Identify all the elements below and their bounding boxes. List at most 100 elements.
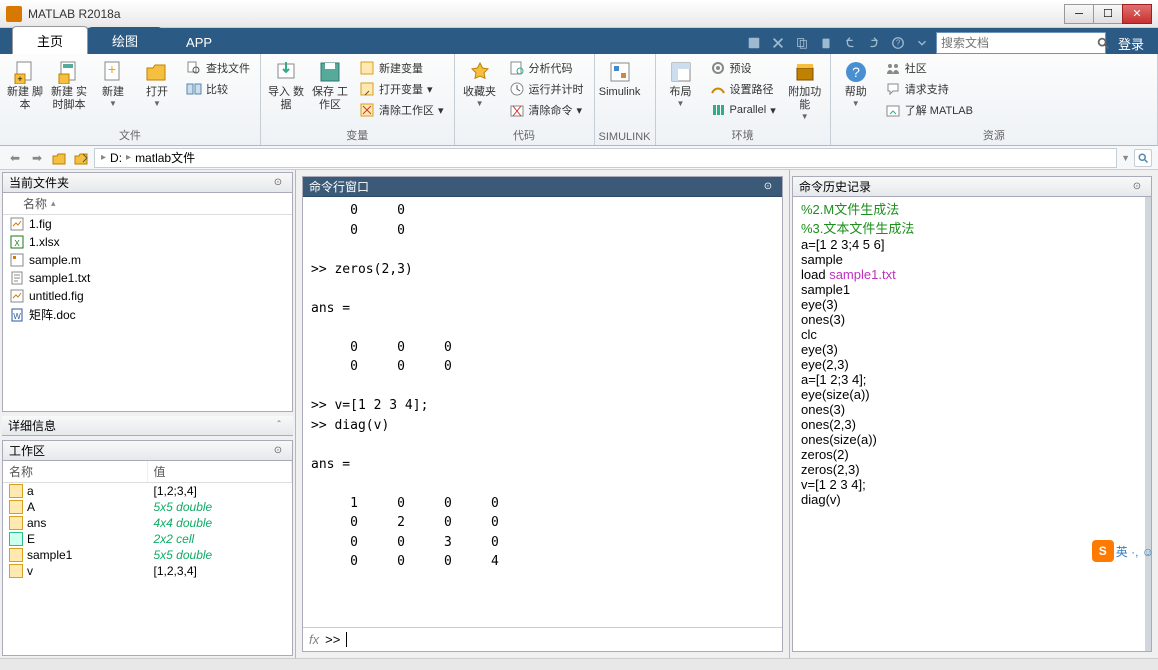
history-line[interactable]: eye(2,3) <box>797 357 1141 372</box>
tab-apps[interactable]: APP <box>162 31 236 54</box>
help-qat-icon[interactable]: ? <box>888 33 908 53</box>
new-live-script-button[interactable]: 新建 实时脚本 <box>48 56 90 116</box>
workspace-row[interactable]: v[1,2,3,4] <box>3 563 292 579</box>
support-button[interactable]: 请求支持 <box>881 79 977 99</box>
details-expand-icon[interactable]: ˆ <box>271 418 287 434</box>
history-line[interactable]: a=[1 2 3;4 5 6] <box>797 237 1141 252</box>
search-icon[interactable] <box>1096 36 1110 50</box>
save-workspace-button[interactable]: 保存 工作区 <box>309 56 351 116</box>
history-line[interactable]: v=[1 2 3 4]; <box>797 477 1141 492</box>
fx-icon[interactable]: fx <box>309 632 319 647</box>
history-line[interactable]: zeros(2) <box>797 447 1141 462</box>
find-files-button[interactable]: 查找文件 <box>182 58 254 78</box>
back-button[interactable]: ⬅ <box>6 149 24 167</box>
qat-dropdown-icon[interactable] <box>912 33 932 53</box>
clear-ws-button[interactable]: 清除工作区 ▾ <box>355 100 448 120</box>
save-icon[interactable] <box>744 33 764 53</box>
workspace-row[interactable]: a[1,2;3,4] <box>3 483 292 499</box>
undo-icon[interactable] <box>840 33 860 53</box>
file-row[interactable]: sample1.txt <box>3 269 292 287</box>
ime-indicator[interactable]: S 英 ·, ☺ <box>1092 540 1154 562</box>
ime-text: 英 ·, ☺ <box>1116 543 1154 560</box>
analyze-icon <box>509 60 525 76</box>
history-line[interactable]: ones(size(a)) <box>797 432 1141 447</box>
command-output[interactable]: 0 0 0 0 >> zeros(2,3) ans = 0 0 0 0 0 0 … <box>303 197 782 627</box>
path-box[interactable]: ▸ D: ▸ matlab文件 <box>94 148 1117 168</box>
doc-search[interactable] <box>936 32 1106 54</box>
redo-icon[interactable] <box>864 33 884 53</box>
favorites-button[interactable]: 收藏夹 ▼ <box>459 56 501 112</box>
file-row[interactable]: untitled.fig <box>3 287 292 305</box>
paste-icon[interactable] <box>816 33 836 53</box>
login-button[interactable]: 登录 <box>1110 34 1152 53</box>
minimize-button[interactable]: ─ <box>1064 4 1094 24</box>
history-line[interactable]: eye(3) <box>797 342 1141 357</box>
file-row[interactable]: sample.m <box>3 251 292 269</box>
up-folder-button[interactable] <box>50 149 68 167</box>
history-line[interactable]: %3.文本文件生成法 <box>797 218 1141 237</box>
copy-icon[interactable] <box>792 33 812 53</box>
history-line[interactable]: eye(3) <box>797 297 1141 312</box>
path-folder[interactable]: matlab文件 <box>135 149 195 166</box>
forward-button[interactable]: ➡ <box>28 149 46 167</box>
history-line[interactable]: ones(3) <box>797 402 1141 417</box>
import-data-button[interactable]: 导入 数据 <box>265 56 307 116</box>
history-line[interactable]: zeros(2,3) <box>797 462 1141 477</box>
open-var-button[interactable]: 打开变量 ▾ <box>355 79 448 99</box>
history-line[interactable]: ones(2,3) <box>797 417 1141 432</box>
compare-button[interactable]: 比较 <box>182 79 254 99</box>
history-line[interactable]: diag(v) <box>797 492 1141 507</box>
chevron-down-icon: ▼ <box>109 99 117 108</box>
community-button[interactable]: 社区 <box>881 58 977 78</box>
history-line[interactable]: a=[1 2;3 4]; <box>797 372 1141 387</box>
panel-menu-button[interactable]: ⊙ <box>270 175 286 191</box>
analyze-button[interactable]: 分析代码 <box>505 58 588 78</box>
new-var-button[interactable]: 新建变量 <box>355 58 448 78</box>
details-panel[interactable]: 详细信息 ˆ <box>2 416 293 436</box>
cut-icon[interactable] <box>768 33 788 53</box>
panel-menu-button[interactable]: ⊙ <box>1129 179 1145 195</box>
clear-cmd-button[interactable]: 清除命令 ▾ <box>505 100 588 120</box>
panel-menu-button[interactable]: ⊙ <box>760 179 776 195</box>
file-row[interactable]: W矩阵.doc <box>3 305 292 324</box>
learn-button[interactable]: 了解 MATLAB <box>881 100 977 120</box>
history-line[interactable]: load sample1.txt <box>797 267 1141 282</box>
history-line[interactable]: sample <box>797 252 1141 267</box>
browse-button[interactable] <box>72 149 90 167</box>
layout-button[interactable]: 布局 ▼ <box>660 56 702 112</box>
command-window-header[interactable]: 命令行窗口 ⊙ <box>303 177 782 197</box>
help-button[interactable]: ? 帮助 ▼ <box>835 56 877 112</box>
new-script-button[interactable]: + 新建 脚本 <box>4 56 46 116</box>
prefs-button[interactable]: 预设 <box>706 58 780 78</box>
doc-search-input[interactable] <box>941 36 1096 50</box>
history-line[interactable]: clc <box>797 327 1141 342</box>
path-search-button[interactable] <box>1134 149 1152 167</box>
file-row[interactable]: X1.xlsx <box>3 233 292 251</box>
workspace-row[interactable]: A5x5 double <box>3 499 292 515</box>
runtime-button[interactable]: 运行并计时 <box>505 79 588 99</box>
history-line[interactable]: sample1 <box>797 282 1141 297</box>
simulink-button[interactable]: Simulink <box>599 56 641 103</box>
addons-button[interactable]: 附加功能 ▼ <box>784 56 826 125</box>
file-row[interactable]: 1.fig <box>3 215 292 233</box>
path-drive[interactable]: D: <box>110 151 122 165</box>
workspace-row[interactable]: E2x2 cell <box>3 531 292 547</box>
workspace-row[interactable]: sample15x5 double <box>3 547 292 563</box>
tab-plots[interactable]: 绘图 <box>88 27 162 54</box>
maximize-button[interactable]: ☐ <box>1093 4 1123 24</box>
tab-home[interactable]: 主页 <box>12 26 88 54</box>
history-body[interactable]: %2.M文件生成法%3.文本文件生成法a=[1 2 3;4 5 6]sample… <box>793 197 1151 651</box>
history-line[interactable]: ones(3) <box>797 312 1141 327</box>
open-button[interactable]: 打开 ▼ <box>136 56 178 112</box>
panel-menu-button[interactable]: ⊙ <box>270 443 286 459</box>
command-prompt-row[interactable]: fx >> <box>303 627 782 651</box>
close-button[interactable]: ✕ <box>1122 4 1152 24</box>
history-line[interactable]: eye(size(a)) <box>797 387 1141 402</box>
setpath-button[interactable]: 设置路径 <box>706 79 780 99</box>
workspace-row[interactable]: ans4x4 double <box>3 515 292 531</box>
history-line[interactable]: %2.M文件生成法 <box>797 199 1141 218</box>
new-button[interactable]: + 新建 ▼ <box>92 56 134 112</box>
workspace-header[interactable]: 名称 值 <box>3 461 292 483</box>
parallel-button[interactable]: Parallel ▾ <box>706 100 780 120</box>
folder-header[interactable]: 名称 ▴ <box>3 193 292 215</box>
